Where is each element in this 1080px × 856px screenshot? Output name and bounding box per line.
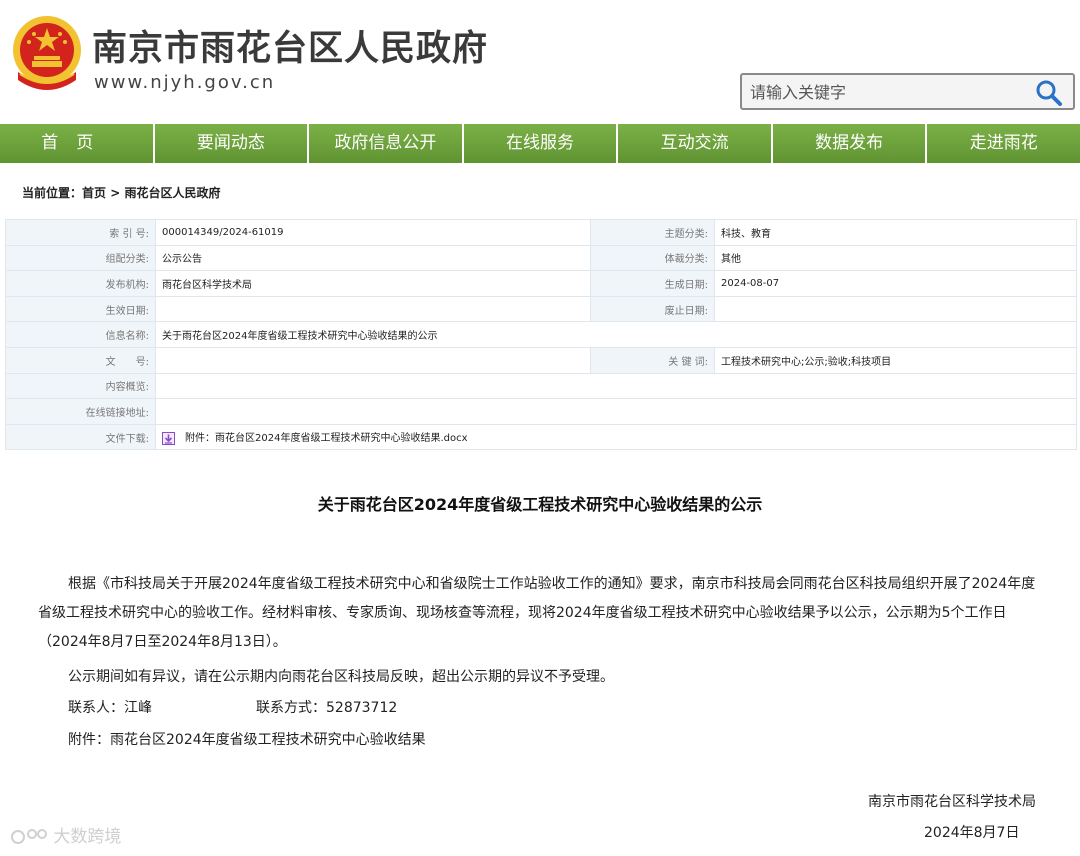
article-paragraph-1: 根据《市科技局关于开展2024年度省级工程技术研究中心和省级院士工作站验收工作的… [38,576,1036,650]
nav-interaction[interactable]: 互动交流 [618,124,773,163]
created-value: 2024-08-07 [714,270,1077,297]
table-row: 文 号: 关 键 词: 工程技术研究中心;公示;验收;科技项目 [5,346,1077,374]
summary-value [155,372,1077,400]
table-row: 组配分类: 公示公告 体裁分类: 其他 [5,244,1077,272]
keywords-label: 关 键 词: [590,346,715,374]
search-icon[interactable] [1035,79,1063,107]
table-row: 发布机构: 雨花台区科学技术局 生成日期: 2024-08-07 [5,270,1077,297]
table-row: 内容概览: [5,372,1077,400]
publisher-value: 雨花台区科学技术局 [155,270,591,297]
effective-value [155,295,591,323]
search-box [740,73,1075,110]
article-paragraph-2: 公示期间如有异议，请在公示期内向雨花台区科技局反映，超出公示期的异议不予受理。 [68,669,614,685]
created-label: 生成日期: [590,270,715,297]
nav-news[interactable]: 要闻动态 [154,124,310,163]
national-emblem-icon [13,16,81,90]
contact-phone: 联系方式：52873712 [256,700,398,716]
breadcrumb: 当前位置：首页 > 雨花台区人民政府 [22,184,220,201]
doc-number-value [155,346,591,374]
file-download-cell: 附件：雨花台区2024年度省级工程技术研究中心验收结果.docx [155,423,1077,451]
effective-label: 生效日期: [5,295,156,323]
abolish-label: 废止日期: [590,295,715,323]
watermark: 大数跨境 [10,822,121,847]
nav-online-service[interactable]: 在线服务 [463,124,619,163]
breadcrumb-home-link[interactable]: 首页 [82,186,106,200]
article-attachment[interactable]: 附件：雨花台区2024年度省级工程技术研究中心验收结果 [68,729,426,749]
index-label: 索 引 号: [5,219,156,246]
signature-org: 南京市雨花台区科学技术局 [868,794,1036,810]
index-value: 000014349/2024-61019 [155,219,591,246]
info-name-value: 关于雨花台区2024年度省级工程技术研究中心验收结果的公示 [155,321,1077,348]
file-download-label: 文件下载: [5,423,156,451]
nav-about[interactable]: 走进雨花 [927,124,1080,163]
table-row: 文件下载: 附件：雨花台区2024年度省级工程技术研究中心验收结果.docx [5,423,1077,451]
breadcrumb-separator: > [106,186,125,200]
genre-label: 体裁分类: [590,244,715,272]
site-url: www.njyh.gov.cn [94,72,276,93]
breadcrumb-prefix: 当前位置： [22,186,83,200]
download-icon[interactable] [162,431,175,445]
org-category-value: 公示公告 [155,244,591,272]
topic-value: 科技、教育 [714,219,1077,246]
table-row: 生效日期: 废止日期: [5,295,1077,323]
contact-person: 联系人：江峰 [68,700,152,716]
nav-gov-info[interactable]: 政府信息公开 [309,124,464,163]
summary-label: 内容概览: [5,372,156,400]
article-title: 关于雨花台区2024年度省级工程技术研究中心验收结果的公示 [317,495,763,514]
table-row: 在线链接地址: [5,398,1077,425]
abolish-value [714,295,1077,323]
nav-home[interactable]: 首页 [0,124,155,163]
org-category-label: 组配分类: [5,244,156,272]
table-row: 索 引 号: 000014349/2024-61019 主题分类: 科技、教育 [5,219,1077,246]
keywords-value: 工程技术研究中心;公示;验收;科技项目 [714,346,1077,374]
site-header: 南京市雨花台区人民政府 www.njyh.gov.cn [0,0,1080,124]
site-title: 南京市雨花台区人民政府 [92,29,489,69]
watermark-text: 大数跨境 [53,827,122,847]
online-link-value [155,398,1077,425]
publisher-label: 发布机构: [5,270,156,297]
signature-date: 2024年8月7日 [924,825,1020,841]
metadata-table: 索 引 号: 000014349/2024-61019 主题分类: 科技、教育 … [5,219,1077,451]
breadcrumb-current-link[interactable]: 雨花台区人民政府 [124,186,220,200]
watermark-logo-icon [11,829,47,844]
genre-value: 其他 [714,244,1077,272]
attachment-download-link[interactable]: 附件：雨花台区2024年度省级工程技术研究中心验收结果.docx [185,433,468,444]
main-nav: 首页 要闻动态 政府信息公开 在线服务 互动交流 数据发布 走进雨花 [0,124,1080,163]
nav-data[interactable]: 数据发布 [772,124,928,163]
online-link-label: 在线链接地址: [5,398,156,425]
info-name-label: 信息名称: [5,321,156,348]
search-input[interactable] [750,79,1020,105]
table-row: 信息名称: 关于雨花台区2024年度省级工程技术研究中心验收结果的公示 [5,321,1077,348]
topic-label: 主题分类: [590,219,715,246]
doc-number-label: 文 号: [5,346,156,374]
